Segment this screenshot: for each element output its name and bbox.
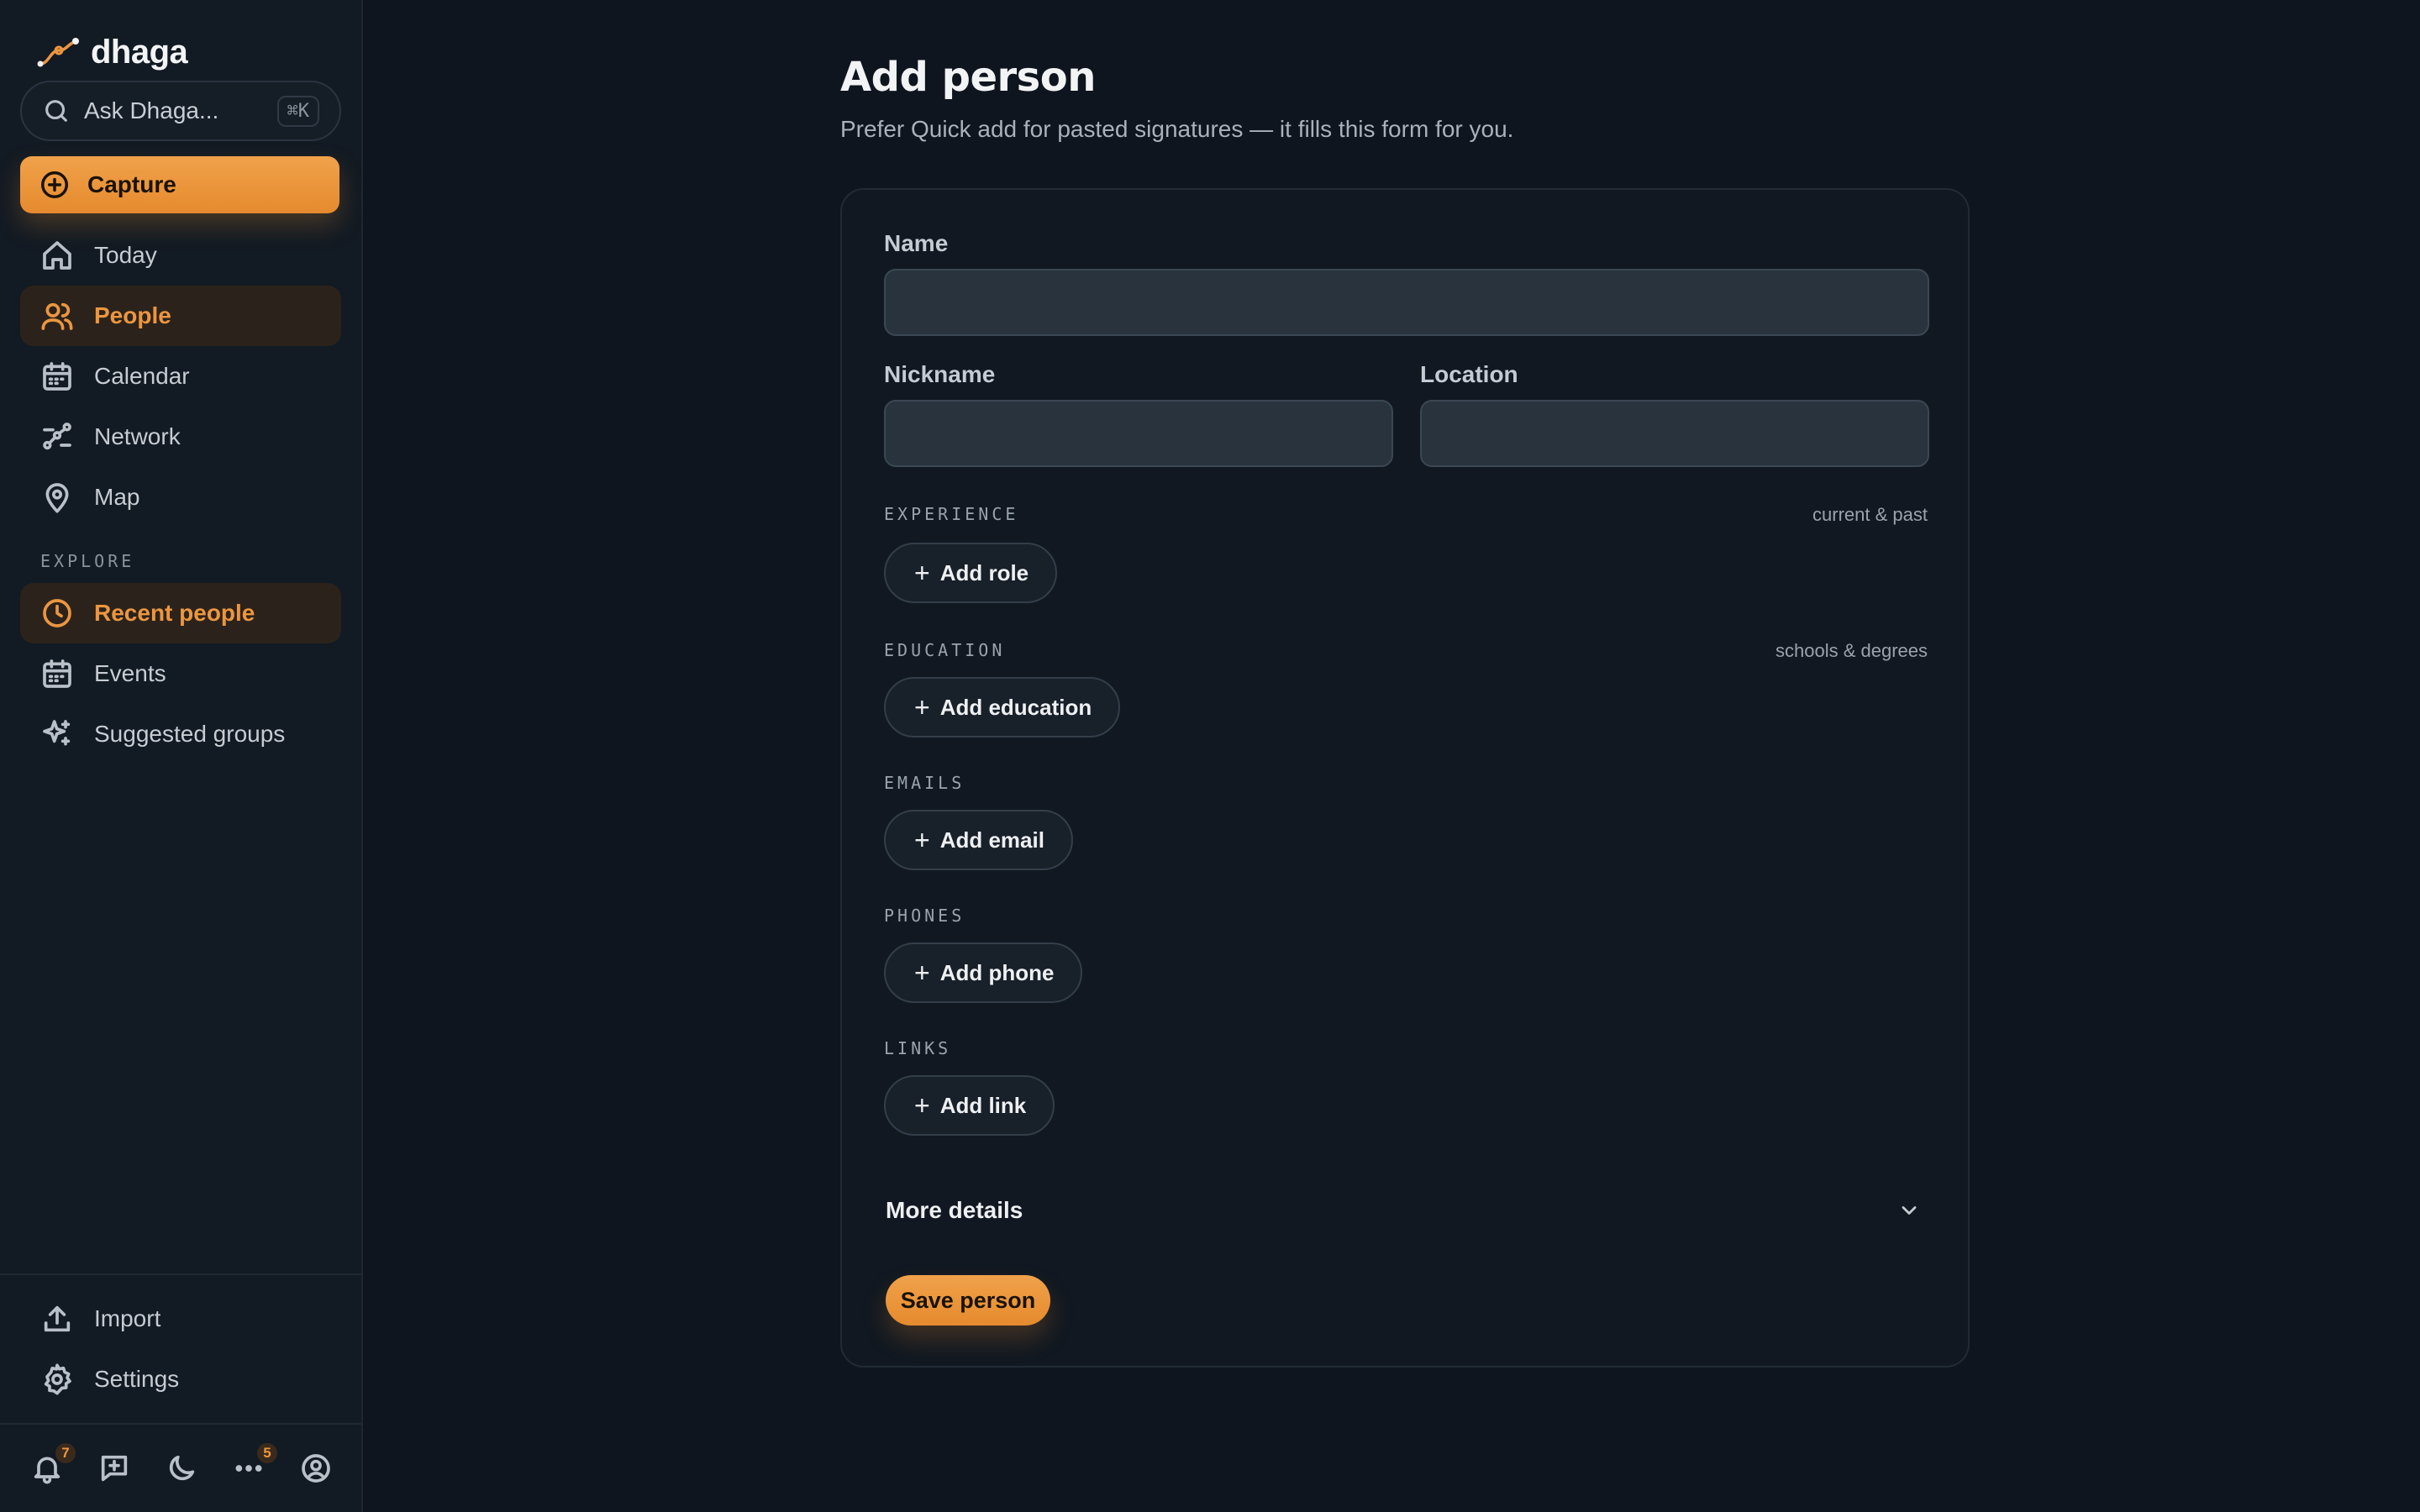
ask-search-input[interactable]: Ask Dhaga... ⌘K bbox=[20, 81, 341, 141]
plus-icon: + bbox=[914, 825, 930, 855]
sidebar-divider bbox=[0, 1273, 363, 1275]
moon-icon bbox=[169, 1455, 195, 1481]
capture-button[interactable]: Capture bbox=[20, 156, 339, 213]
user-circle-icon bbox=[302, 1454, 330, 1483]
theme-toggle-button[interactable] bbox=[161, 1448, 202, 1488]
nav-recent-people[interactable]: Recent people bbox=[20, 583, 341, 643]
add-link-button[interactable]: + Add link bbox=[884, 1075, 1055, 1136]
phones-section-title: PHONES bbox=[884, 906, 965, 926]
add-education-label: Add education bbox=[939, 694, 1092, 720]
notifications-badge: 7 bbox=[55, 1443, 76, 1463]
name-label: Name bbox=[884, 230, 949, 256]
explore-section-label: EXPLORE bbox=[40, 551, 135, 571]
nav-suggested-groups[interactable]: Suggested groups bbox=[20, 704, 341, 764]
add-phone-button[interactable]: + Add phone bbox=[884, 942, 1083, 1003]
account-button[interactable] bbox=[296, 1448, 336, 1488]
nav-label: Recent people bbox=[94, 600, 255, 626]
plus-icon: + bbox=[914, 558, 930, 588]
more-badge: 5 bbox=[257, 1443, 277, 1463]
add-person-form: Name Nickname Location EXPERIENCE curren… bbox=[840, 188, 1970, 1368]
add-phone-label: Add phone bbox=[939, 959, 1055, 985]
message-plus-icon bbox=[101, 1455, 128, 1482]
save-person-label: Save person bbox=[900, 1287, 1036, 1313]
home-icon bbox=[43, 241, 71, 270]
nav-today[interactable]: Today bbox=[20, 225, 341, 286]
experience-section-title: EXPERIENCE bbox=[884, 504, 1019, 524]
nav-network[interactable]: Network bbox=[20, 407, 341, 467]
notifications-button[interactable]: 7 bbox=[27, 1443, 76, 1488]
users-icon bbox=[41, 302, 73, 330]
more-details-label: More details bbox=[886, 1197, 1023, 1223]
plus-icon: + bbox=[914, 1090, 930, 1121]
add-link-label: Add link bbox=[939, 1092, 1027, 1118]
add-role-button[interactable]: + Add role bbox=[884, 543, 1058, 603]
nav-settings[interactable]: Settings bbox=[20, 1349, 341, 1410]
add-education-button[interactable]: + Add education bbox=[884, 677, 1121, 738]
app-name: dhaga bbox=[91, 33, 188, 71]
clock-icon bbox=[43, 599, 71, 627]
page-title: Add person bbox=[840, 54, 1096, 101]
nav-label: Map bbox=[94, 484, 140, 510]
nav-label: Import bbox=[94, 1305, 161, 1331]
name-field[interactable] bbox=[884, 269, 1929, 336]
nav-label: Calendar bbox=[94, 363, 190, 389]
plus-icon: + bbox=[914, 958, 930, 988]
add-role-label: Add role bbox=[939, 559, 1029, 585]
map-pin-icon bbox=[45, 483, 69, 513]
nickname-field[interactable] bbox=[884, 400, 1393, 467]
brand[interactable]: dhaga bbox=[37, 30, 188, 74]
search-placeholder: Ask Dhaga... bbox=[84, 97, 219, 123]
nav-calendar[interactable]: Calendar bbox=[20, 346, 341, 407]
links-section-title: LINKS bbox=[884, 1038, 952, 1058]
education-hint: schools & degrees bbox=[1776, 640, 1928, 661]
calendar-icon bbox=[43, 659, 71, 688]
more-details-toggle[interactable]: More details bbox=[886, 1189, 1928, 1231]
sidebar-bottom-bar: 7 5 bbox=[0, 1425, 363, 1512]
sparkles-icon bbox=[43, 720, 71, 746]
page-subtitle: Prefer Quick add for pasted signatures —… bbox=[840, 116, 1514, 142]
search-icon bbox=[45, 100, 67, 122]
feedback-button[interactable] bbox=[94, 1448, 134, 1488]
add-email-label: Add email bbox=[939, 827, 1044, 853]
calendar-icon bbox=[43, 362, 71, 391]
more-button[interactable]: 5 bbox=[229, 1443, 277, 1488]
education-section-title: EDUCATION bbox=[884, 640, 1006, 660]
emails-section-title: EMAILS bbox=[884, 773, 965, 793]
plus-icon: + bbox=[914, 692, 930, 722]
nav-map[interactable]: Map bbox=[20, 467, 341, 528]
upload-icon bbox=[44, 1305, 71, 1332]
location-label: Location bbox=[1420, 361, 1518, 387]
nav-label: Events bbox=[94, 660, 166, 686]
nickname-label: Nickname bbox=[884, 361, 996, 387]
gear-icon bbox=[44, 1363, 71, 1395]
nav-label: Today bbox=[94, 242, 157, 268]
search-shortcut: ⌘K bbox=[276, 95, 319, 127]
chevron-down-icon bbox=[1902, 1206, 1917, 1215]
save-person-button[interactable]: Save person bbox=[886, 1275, 1050, 1326]
nav-events[interactable]: Events bbox=[20, 643, 341, 704]
nav-people[interactable]: People bbox=[20, 286, 341, 346]
nav-label: Settings bbox=[94, 1366, 180, 1392]
add-email-button[interactable]: + Add email bbox=[884, 810, 1073, 870]
location-field[interactable] bbox=[1420, 400, 1929, 467]
plus-circle-icon bbox=[41, 171, 68, 198]
nav-import[interactable]: Import bbox=[20, 1289, 341, 1349]
dhaga-logo-icon bbox=[37, 38, 79, 67]
network-icon bbox=[43, 423, 71, 450]
capture-label: Capture bbox=[87, 171, 176, 197]
nav-label: Suggested groups bbox=[94, 721, 286, 747]
nav-label: People bbox=[94, 302, 171, 328]
nav-label: Network bbox=[94, 423, 181, 449]
sidebar: dhaga Ask Dhaga... ⌘K Capture Today Peop… bbox=[0, 0, 363, 1512]
experience-hint: current & past bbox=[1812, 504, 1928, 525]
